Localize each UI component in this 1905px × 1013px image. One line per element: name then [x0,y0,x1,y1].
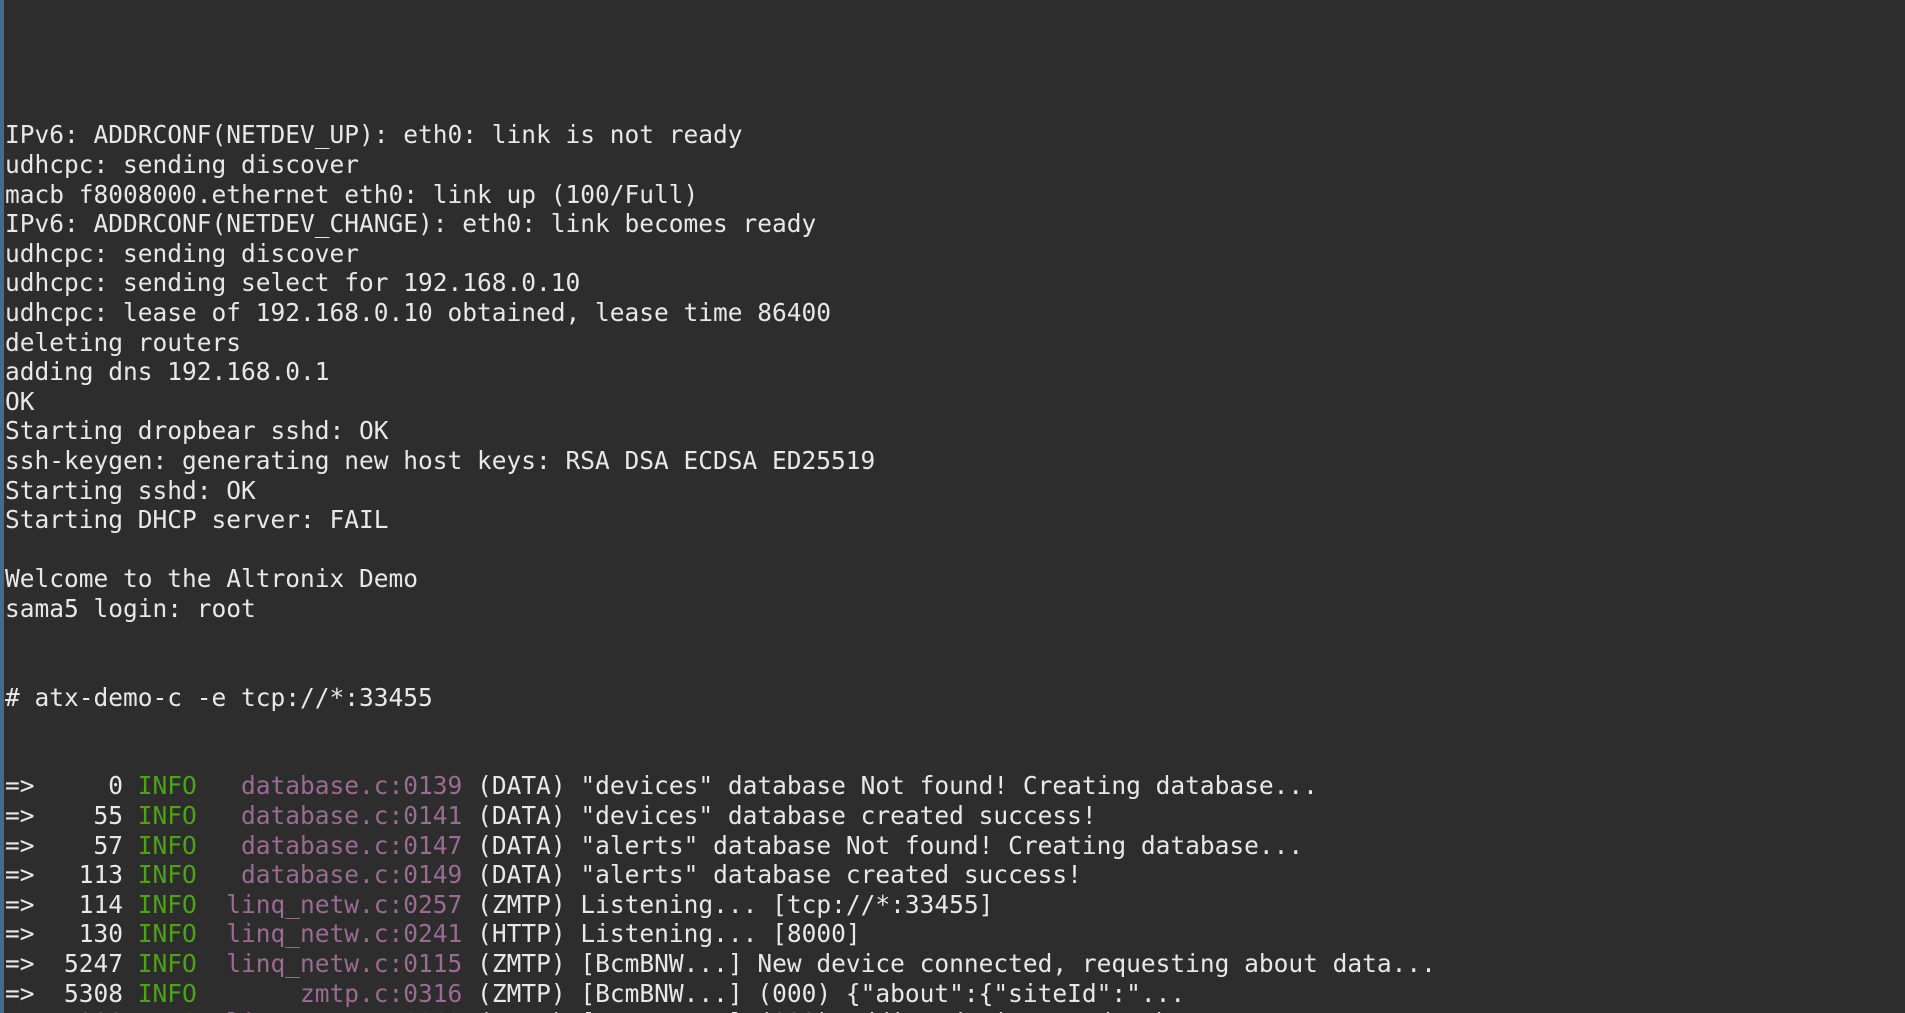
boot-log-text: udhcpc: sending select for 192.168.0.10 [5,268,581,298]
log-message: (ZMTP) [BcmBNW...] (000) Adding device t… [477,1008,1259,1013]
boot-log-line: Starting sshd: OK [5,476,1905,506]
boot-log-line: IPv6: ADDRCONF(NETDEV_CHANGE): eth0: lin… [5,209,1905,239]
log-timestamp: 114 [34,889,138,919]
log-source: database.c:0141 [196,801,478,831]
log-entry-row: => 113 INFO database.c:0149 (DATA) "aler… [5,860,1905,890]
boot-log-line: IPv6: ADDRCONF(NETDEV_UP): eth0: link is… [5,120,1905,150]
prompt-command: atx-demo-c -e tcp://*:33455 [34,682,433,712]
log-message: (DATA) "devices" database created succes… [477,801,1097,831]
terminal-screen: IPv6: ADDRCONF(NETDEV_UP): eth0: link is… [5,59,1905,1013]
boot-log-text: IPv6: ADDRCONF(NETDEV_UP): eth0: link is… [5,120,743,150]
log-entry-row: => 5308 INFO linq_netw.c:0063 (ZMTP) [Bc… [5,1008,1905,1013]
log-message: (DATA) "devices" database Not found! Cre… [477,771,1318,801]
log-timestamp: 57 [34,830,138,860]
log-source: database.c:0147 [196,830,478,860]
boot-log-line: OK [5,387,1905,417]
log-timestamp: 5308 [34,978,138,1008]
boot-log-text: OK [5,386,35,416]
log-entry-row: => 0 INFO database.c:0139 (DATA) "device… [5,771,1905,801]
boot-log-line: ssh-keygen: generating new host keys: RS… [5,446,1905,476]
log-source: zmtp.c:0316 [196,978,478,1008]
log-arrow: => [5,949,35,978]
log-level: INFO [137,889,197,919]
log-level: INFO [137,949,197,978]
log-level: INFO [138,1008,197,1013]
terminal-window[interactable]: IPv6: ADDRCONF(NETDEV_UP): eth0: link is… [0,0,1905,1013]
boot-log-line: udhcpc: lease of 192.168.0.10 obtained, … [5,298,1905,328]
log-source: linq_netw.c:0115 [196,949,478,978]
log-arrow: => [5,978,35,1008]
log-level: INFO [137,771,197,801]
boot-log-line: macb f8008000.ethernet eth0: link up (10… [5,180,1905,210]
log-source: database.c:0139 [196,771,478,801]
boot-log-line: Starting dropbear sshd: OK [5,416,1905,446]
boot-log-text: deleting routers [5,327,242,357]
boot-log-line: Welcome to the Altronix Demo [5,564,1905,594]
log-timestamp: 5247 [34,949,138,978]
log-source: linq_netw.c:0063 [197,1008,477,1013]
log-arrow: => [5,889,35,919]
boot-log-text: Welcome to the Altronix Demo [5,564,419,594]
boot-log-line: sama5 login: root [5,594,1905,624]
log-message: (ZMTP) Listening... [tcp://*:33455] [477,889,994,919]
log-level: INFO [137,860,197,890]
log-source: database.c:0149 [196,860,478,890]
boot-log-text: macb f8008000.ethernet eth0: link up (10… [5,179,699,209]
log-arrow: => [5,1008,35,1013]
boot-log-text: Starting sshd: OK [5,475,256,505]
log-message: (DATA) "alerts" database created success… [477,860,1082,890]
log-timestamp: 5308 [35,1008,138,1013]
boot-log-text [5,535,20,564]
log-level: INFO [137,830,197,860]
log-entry-row: => 5308 INFO zmtp.c:0316 (ZMTP) [BcmBNW.… [5,979,1905,1009]
log-source: linq_netw.c:0257 [196,889,478,919]
log-arrow: => [5,771,35,801]
log-arrow: => [5,830,35,860]
log-timestamp: 130 [34,919,138,949]
boot-log-line: udhcpc: sending discover [5,239,1905,269]
log-level: INFO [137,801,197,831]
boot-log: IPv6: ADDRCONF(NETDEV_UP): eth0: link is… [5,120,1905,623]
log-message: (DATA) "alerts" database Not found! Crea… [477,830,1304,860]
boot-log-text: ssh-keygen: generating new host keys: RS… [5,445,876,475]
boot-log-text: Starting DHCP server: FAIL [5,505,389,535]
boot-log-line: adding dns 192.168.0.1 [5,357,1905,387]
boot-log-text: IPv6: ADDRCONF(NETDEV_CHANGE): eth0: lin… [5,209,817,239]
boot-log-line: Starting DHCP server: FAIL [5,505,1905,535]
boot-log-text: Starting dropbear sshd: OK [5,416,389,446]
log-source: linq_netw.c:0241 [196,919,478,949]
log-entry-row: => 57 INFO database.c:0147 (DATA) "alert… [5,831,1905,861]
log-timestamp: 55 [34,801,138,831]
log-entry-row: => 5247 INFO linq_netw.c:0115 (ZMTP) [Bc… [5,949,1905,979]
log-entry-row: => 130 INFO linq_netw.c:0241 (HTTP) List… [5,919,1905,949]
boot-log-text: sama5 login: root [5,593,256,623]
log-timestamp: 0 [34,771,138,801]
boot-log-text: adding dns 192.168.0.1 [5,357,330,387]
shell-prompt-line: # atx-demo-c -e tcp://*:33455 [5,683,1905,713]
log-arrow: => [5,801,35,831]
boot-log-line [5,535,1905,565]
boot-log-text: udhcpc: sending discover [5,149,360,179]
boot-log-text: udhcpc: lease of 192.168.0.10 obtained, … [5,297,832,327]
log-entry-row: => 55 INFO database.c:0141 (DATA) "devic… [5,801,1905,831]
log-entry-row: => 114 INFO linq_netw.c:0257 (ZMTP) List… [5,890,1905,920]
log-message: (ZMTP) [BcmBNW...] New device connected,… [477,949,1436,978]
application-log: => 0 INFO database.c:0139 (DATA) "device… [5,771,1905,1013]
log-arrow: => [5,860,35,890]
log-arrow: => [5,919,35,949]
boot-log-line: udhcpc: sending select for 192.168.0.10 [5,268,1905,298]
boot-log-line: deleting routers [5,328,1905,358]
log-level: INFO [137,978,197,1008]
log-timestamp: 113 [34,860,138,890]
log-message: (ZMTP) [BcmBNW...] (000) {"about":{"site… [477,978,1186,1008]
boot-log-line: udhcpc: sending discover [5,150,1905,180]
log-message: (HTTP) Listening... [8000] [477,919,861,949]
prompt-symbol: # [5,682,35,712]
log-level: INFO [137,919,197,949]
boot-log-text: udhcpc: sending discover [5,238,360,268]
